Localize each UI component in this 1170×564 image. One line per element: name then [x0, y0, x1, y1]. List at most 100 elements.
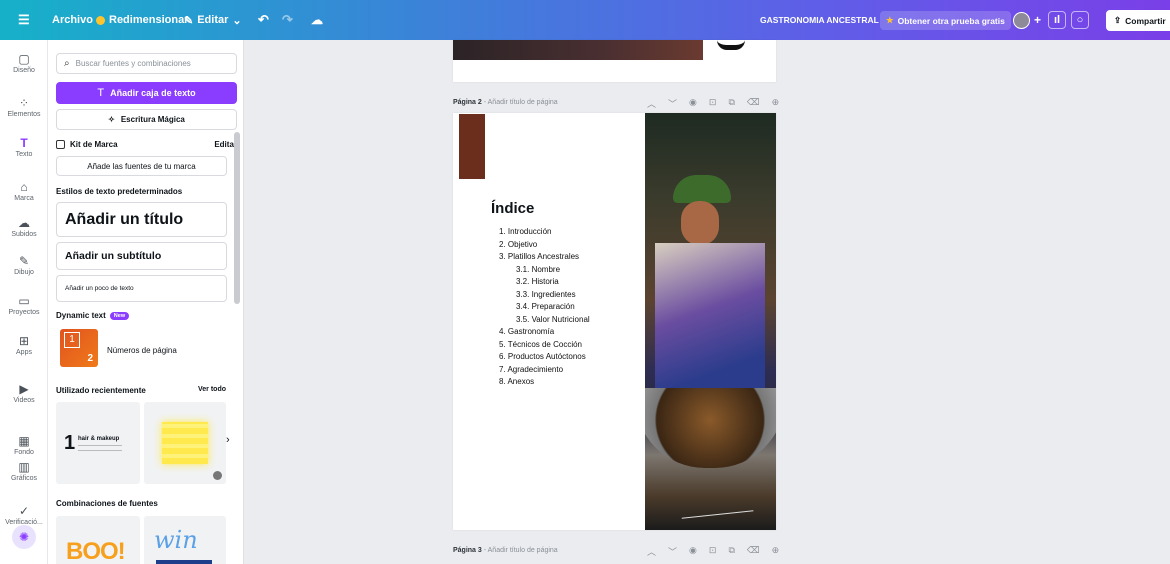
sidebar-item-7[interactable]: ▭ Proyectos — [0, 294, 48, 316]
check-icon: ✓ — [18, 504, 30, 518]
search-icon: ⌕ — [64, 58, 70, 69]
hamburger-icon[interactable]: ☰ — [18, 12, 30, 28]
toc-item: 3. Platillos Ancestrales — [499, 252, 580, 261]
sidebar-item-8[interactable]: ⊞ Apps — [0, 334, 48, 356]
folder-icon: ▭ — [18, 294, 30, 308]
shawl-shape — [655, 243, 765, 393]
resize-button[interactable]: Redimensionar — [96, 14, 188, 26]
sidebar-item-12[interactable]: ✓ Verificació... — [0, 504, 48, 526]
trash-icon[interactable]: ⌫ — [747, 545, 760, 558]
page-1[interactable] — [453, 40, 776, 82]
toc-heading: Índice — [491, 200, 535, 217]
recent-heading: Utilizado recientemente — [56, 386, 146, 395]
see-all-link[interactable]: Ver todo — [198, 386, 226, 393]
toc-item: 5. Técnicos de Cocción — [499, 339, 583, 349]
insights-icon[interactable]: ıl — [1048, 11, 1066, 29]
chart-icon: ▥ — [18, 460, 30, 474]
sidebar-item-label: Apps — [16, 349, 32, 356]
design-canvas: Página 2 - Añadir título de página ︿ ﹀ ◉… — [244, 40, 1170, 564]
free-trial-button[interactable]: ★ Obtener otra prueba gratis — [880, 11, 1011, 30]
magic-assistant-button[interactable]: ✺ — [12, 525, 36, 549]
hat-shape — [673, 175, 731, 203]
panel-scrollbar[interactable] — [234, 132, 240, 304]
add-textbox-button[interactable]: T Añadir caja de texto — [56, 82, 237, 104]
sidebar-item-label: Dibujo — [14, 269, 34, 276]
crown-icon — [96, 15, 105, 25]
woman-photo — [645, 113, 776, 530]
sidebar-item-label: Texto — [15, 151, 33, 158]
add-page-icon[interactable]: ⊕ — [772, 97, 780, 110]
search-input[interactable]: ⌕ Buscar fuentes y combinaciones — [56, 53, 237, 74]
trash-icon[interactable]: ⌫ — [747, 97, 760, 110]
sidebar-item-label: Fondo — [14, 449, 34, 456]
sidebar-item-10[interactable]: ▦ Fondo — [0, 434, 48, 456]
chevron-down-icon: ⌄ — [232, 14, 242, 27]
page-number-two-icon: 2 — [87, 353, 93, 364]
add-collaborator-icon[interactable]: + — [1034, 13, 1041, 27]
recent-item-1[interactable]: 1 hair & makeup — [56, 402, 140, 484]
sidebar-item-11[interactable]: ▥ Gráficos — [0, 460, 48, 482]
toc-list: 1. Introducción 2. Objetivo 3. Platillos A… — [499, 226, 590, 389]
background-icon: ▦ — [18, 434, 30, 448]
share-button[interactable]: ⇪ Compartir — [1106, 10, 1170, 31]
signature-mark — [680, 499, 754, 519]
toc-item: 3.2. Historia — [516, 277, 559, 286]
toc-item: 6. Productos Autóctonos — [499, 352, 586, 361]
new-badge: New — [109, 311, 130, 320]
chevron-up-icon[interactable]: ︿ — [647, 545, 656, 558]
chevron-down-icon[interactable]: ﹀ — [668, 545, 677, 558]
avatar[interactable] — [1013, 12, 1030, 29]
sidebar-item-6[interactable]: ✎ Dibujo — [0, 254, 48, 276]
recent-item-2[interactable] — [144, 402, 226, 484]
font-combo-card-2[interactable]: win — [144, 516, 226, 564]
cloud-save-icon[interactable]: ☁ — [311, 13, 323, 27]
sidebar-item-label: Proyectos — [8, 309, 40, 316]
pencil-icon: ✎ — [184, 14, 194, 27]
brown-color-block — [459, 114, 485, 179]
toc-item: 3.1. Nombre — [516, 264, 561, 274]
sidebar-item-9[interactable]: ▶ Videos — [0, 382, 48, 404]
duplicate-icon[interactable]: ⧉ — [728, 545, 734, 558]
lock-icon[interactable]: ⊡ — [709, 97, 717, 110]
page-number-glyph-icon: 1 — [64, 332, 80, 348]
page-numbers-label[interactable]: Números de página — [107, 346, 177, 355]
sidebar-item-5[interactable]: ☁ Subidos — [0, 216, 48, 238]
chevron-down-icon[interactable]: ﹀ — [668, 97, 677, 110]
eye-icon[interactable]: ◉ — [689, 97, 697, 110]
sidebar-item-2[interactable]: ⁘ Elementos — [0, 96, 48, 118]
page-2[interactable]: Índice 1. Introducción 2. Objetivo 3. Plat… — [453, 113, 776, 530]
redo-icon[interactable]: ↷ — [282, 12, 293, 28]
add-brand-fonts-button[interactable]: Añade las fuentes de tu marca — [56, 156, 227, 176]
chevron-up-icon[interactable]: ︿ — [647, 97, 656, 110]
recent-item-number-glyph: 1 — [64, 432, 76, 454]
font-combo-card-1[interactable]: BOO! — [56, 516, 140, 564]
default-styles-heading: Estilos de texto predeterminados — [56, 187, 183, 196]
sidebar-item-3[interactable]: T Texto — [0, 136, 48, 158]
brand-kit-row: Kit de Marca Editar — [56, 138, 237, 150]
brand-kit-icon — [56, 139, 65, 149]
duplicate-icon[interactable]: ⧉ — [728, 97, 734, 110]
file-menu[interactable]: Archivo — [52, 14, 93, 26]
undo-icon[interactable]: ↶ — [258, 12, 269, 28]
page-3-label[interactable]: Página 3 - Añadir título de página — [453, 547, 558, 554]
magic-write-button[interactable]: ✧ Escritura Mágica — [56, 109, 237, 130]
add-page-icon[interactable]: ⊕ — [772, 545, 780, 558]
toc-item: 3.3. Ingredientes — [516, 289, 576, 299]
edit-menu[interactable]: ✎ Editar ⌄ — [184, 14, 242, 27]
add-subtitle-card[interactable]: Añadir un subtítulo — [56, 242, 227, 270]
toc-item: 8. Anexos — [499, 377, 535, 386]
brand-icon: ⌂ — [20, 180, 28, 194]
sidebar-item-1[interactable]: ▢ Diseño — [0, 52, 48, 74]
lock-icon[interactable]: ⊡ — [709, 545, 717, 558]
layout-icon: ▢ — [18, 52, 30, 66]
sidebar-item-4[interactable]: ⌂ Marca — [0, 180, 48, 202]
document-title[interactable]: GASTRONOMIA ANCESTRAL — [760, 15, 879, 25]
add-title-card[interactable]: Añadir un título — [56, 202, 227, 237]
toc-item: 3.5. Valor Nutricional — [516, 314, 590, 324]
chevron-right-icon[interactable]: › — [226, 434, 230, 446]
add-body-text-card[interactable]: Añadir un poco de texto — [56, 275, 227, 302]
page-numbers-thumbnail[interactable]: 1 2 — [60, 329, 98, 367]
comment-icon[interactable]: ○ — [1071, 11, 1089, 29]
page-2-label[interactable]: Página 2 - Añadir título de página — [453, 99, 558, 106]
eye-icon[interactable]: ◉ — [689, 545, 697, 558]
